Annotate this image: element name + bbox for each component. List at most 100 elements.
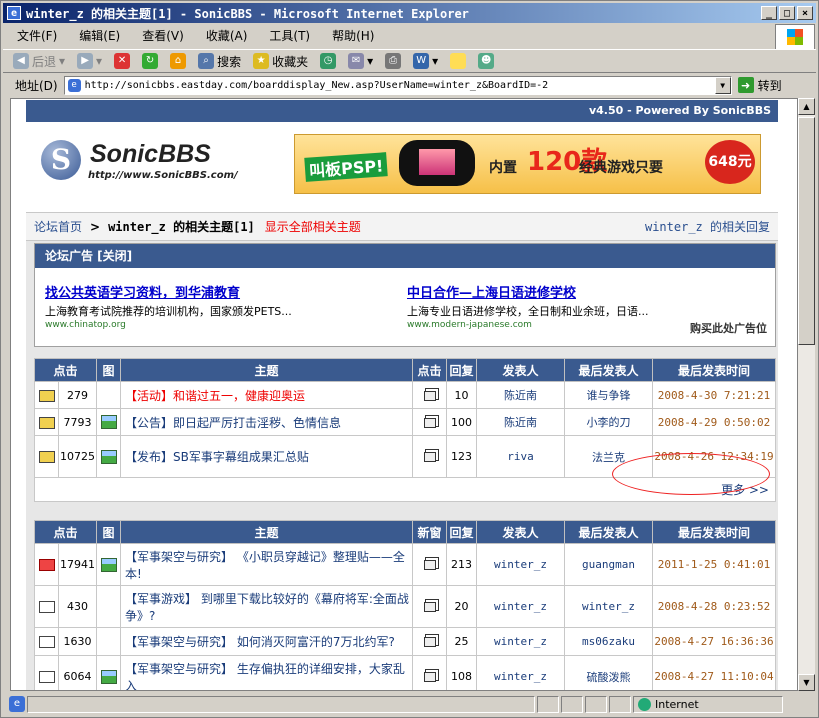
red-circle-annotation: [612, 453, 770, 495]
favorites-button[interactable]: ★ 收藏夹: [253, 53, 308, 70]
last-post-time: 2008-4-27 11:10:04: [652, 655, 776, 690]
scroll-thumb[interactable]: [798, 117, 815, 345]
history-button[interactable]: ◷: [320, 53, 337, 69]
topic-icon: [38, 671, 55, 683]
messenger-button[interactable]: ☻: [478, 53, 495, 69]
new-window-icon[interactable]: [423, 417, 436, 428]
vertical-scrollbar[interactable]: ▲ ▼: [798, 98, 815, 691]
new-window-cell[interactable]: [412, 381, 447, 409]
go-button[interactable]: ➜ 转到: [737, 77, 782, 94]
home-button[interactable]: ⌂: [170, 53, 187, 69]
hits-count: 430: [58, 585, 97, 628]
menu-item[interactable]: 编辑(E): [79, 27, 120, 44]
new-window-cell[interactable]: [412, 408, 447, 436]
back-button[interactable]: ◀ 后退 ▾: [13, 53, 65, 70]
menu-item[interactable]: 查看(V): [142, 27, 184, 44]
page-viewport: v4.50 - Powered By SonicBBS S SonicBBS h…: [10, 98, 798, 691]
last-poster-link[interactable]: ms06zaku: [564, 627, 653, 656]
buy-ad-link[interactable]: 购买此处广告位: [690, 320, 767, 336]
new-window-cell[interactable]: [412, 585, 447, 628]
last-poster-link[interactable]: 谁与争锋: [564, 381, 653, 409]
browser-window: e winter_z 的相关主题[1] - SonicBBS - Microso…: [0, 0, 819, 718]
mail-button[interactable]: ✉ ▾: [348, 53, 373, 69]
close-button[interactable]: ×: [797, 6, 813, 20]
ad-item[interactable]: 找公共英语学习资料，到华浦教育 上海教育考试院推荐的培训机构，国家颁发PETS.…: [45, 282, 375, 330]
author-link[interactable]: winter_z: [476, 543, 565, 586]
new-window-icon[interactable]: [423, 637, 436, 647]
topic-status-icon: [34, 655, 59, 690]
maximize-button[interactable]: □: [779, 6, 795, 20]
address-input[interactable]: e http://sonicbbs.eastday.com/boarddispl…: [63, 75, 732, 95]
picture-icon: [100, 557, 117, 572]
new-window-cell[interactable]: [412, 655, 447, 690]
new-window-icon[interactable]: [423, 452, 436, 462]
new-window-cell[interactable]: [412, 627, 447, 656]
last-post-time: 2011-1-25 0:41:01: [652, 543, 776, 586]
new-window-cell[interactable]: [412, 435, 447, 478]
psp-banner-ad[interactable]: 叫板PSP! 内置 120款 经典游戏只要 648元: [294, 134, 761, 194]
stop-button[interactable]: ✕: [114, 53, 131, 69]
author-link[interactable]: riva: [476, 435, 565, 478]
topic-link[interactable]: 【公告】即日起严厉打击淫秽、色情信息: [120, 408, 413, 436]
edit-button[interactable]: W ▾: [413, 53, 438, 69]
page-icon: e: [67, 78, 81, 92]
hits-count: 279: [58, 381, 97, 409]
picture-cell: [96, 435, 121, 478]
ie-icon: e: [7, 6, 21, 20]
new-window-icon[interactable]: [423, 602, 436, 612]
show-all-topics-link[interactable]: 显示全部相关主题: [265, 218, 361, 235]
menu-item[interactable]: 工具(T): [269, 27, 310, 44]
breadcrumb-current: winter_z 的相关主题[1]: [108, 220, 255, 234]
hits-count: 10725: [58, 435, 97, 478]
last-poster-link[interactable]: 小李的刀: [564, 408, 653, 436]
search-icon: ⌕: [198, 53, 215, 69]
topic-link[interactable]: 【军事架空与研究】 如何消灭阿富汗的7万北约军?: [120, 627, 413, 656]
author-link[interactable]: winter_z: [476, 655, 565, 690]
topic-link[interactable]: 【活动】和谐过五一，健康迎奥运: [120, 381, 413, 409]
new-window-icon[interactable]: [423, 390, 436, 401]
last-poster-link[interactable]: 硫酸泼熊: [564, 655, 653, 690]
author-link[interactable]: winter_z: [476, 585, 565, 628]
scroll-down-icon[interactable]: ▼: [798, 674, 815, 691]
breadcrumb-home-link[interactable]: 论坛首页: [34, 218, 82, 235]
address-bar: 地址(D) e http://sonicbbs.eastday.com/boar…: [3, 74, 816, 96]
column-header: 主题: [120, 520, 413, 544]
refresh-icon: ↻: [142, 53, 159, 69]
menu-item[interactable]: 文件(F): [17, 27, 57, 44]
new-window-icon[interactable]: [423, 560, 436, 570]
hits-count: 1630: [58, 627, 97, 656]
column-header: 回复: [446, 358, 477, 382]
globe-icon: [638, 697, 651, 711]
related-replies-link[interactable]: winter_z 的相关回复: [645, 218, 770, 235]
author-link[interactable]: 陈近南: [476, 408, 565, 436]
forward-button[interactable]: ▶ ▾: [77, 53, 102, 69]
ads-header[interactable]: 论坛广告 [关闭]: [35, 244, 775, 268]
scroll-up-icon[interactable]: ▲: [798, 98, 815, 115]
topic-link[interactable]: 【军事架空与研究】 生存偏执狂的详细安排，大家乱入: [120, 655, 413, 690]
last-poster-link[interactable]: winter_z: [564, 585, 653, 628]
search-button[interactable]: ⌕ 搜索: [198, 53, 241, 70]
new-window-icon[interactable]: [423, 672, 436, 682]
forum-page: v4.50 - Powered By SonicBBS S SonicBBS h…: [26, 100, 778, 690]
minimize-button[interactable]: _: [761, 6, 777, 20]
author-link[interactable]: 陈近南: [476, 381, 565, 409]
topic-status-icon: [34, 381, 59, 409]
refresh-button[interactable]: ↻: [142, 53, 159, 69]
topic-link[interactable]: 【军事游戏】 到哪里下载比较好的《幕府将军:全面战争》?: [120, 585, 413, 628]
print-button[interactable]: ⎙: [385, 53, 402, 69]
new-window-cell[interactable]: [412, 543, 447, 586]
pinned-topic-icon: [38, 416, 55, 429]
logo-text[interactable]: SonicBBS: [90, 140, 211, 169]
ad-item[interactable]: 中日合作—上海日语进修学校 上海专业日语进修学校，全日制和业余班，日语... w…: [407, 282, 737, 330]
author-link[interactable]: winter_z: [476, 627, 565, 656]
address-dropdown-icon[interactable]: ▼: [714, 76, 731, 94]
discuss-button[interactable]: [450, 53, 467, 69]
topic-link[interactable]: 【军事架空与研究】 《小职员穿越记》整理贴——全本!: [120, 543, 413, 586]
menu-item[interactable]: 帮助(H): [332, 27, 374, 44]
menu-item[interactable]: 收藏(A): [206, 27, 248, 44]
last-poster-link[interactable]: guangman: [564, 543, 653, 586]
sonicbbs-logo-icon[interactable]: S: [41, 140, 81, 180]
forum-ads-box: 论坛广告 [关闭] 找公共英语学习资料，到华浦教育 上海教育考试院推荐的培训机构…: [34, 243, 776, 347]
topic-link[interactable]: 【发布】SB军事字幕组成果汇总贴: [120, 435, 413, 478]
table-row: 1630 【军事架空与研究】 如何消灭阿富汗的7万北约军? 25 winter_z ms…: [34, 627, 776, 656]
